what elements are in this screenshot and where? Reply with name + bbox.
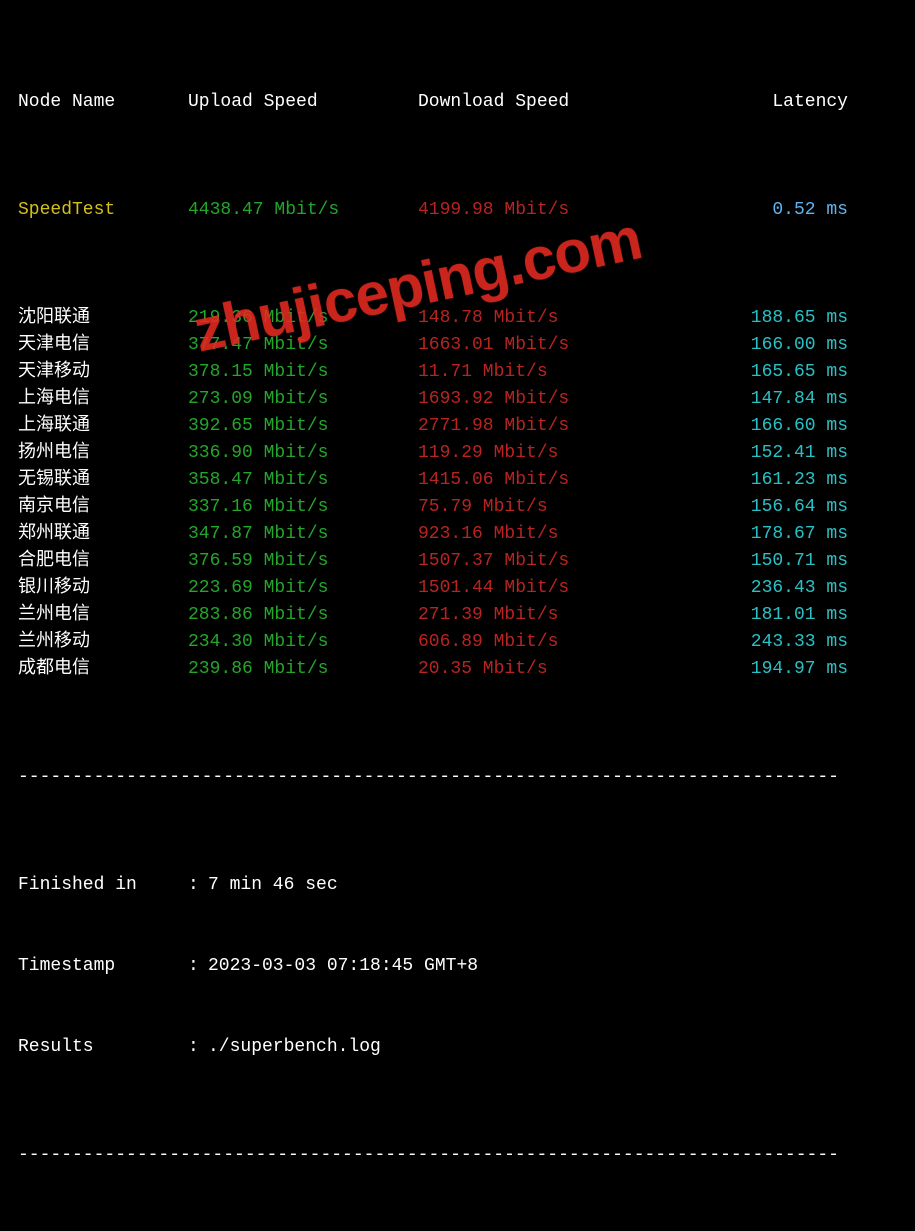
latency-value: 166.60 ms — [648, 413, 868, 440]
download-speed: 148.78 Mbit/s — [418, 305, 648, 332]
speedtest-latency: 0.52 ms — [648, 197, 868, 224]
results-table: 沈阳联通219.36 Mbit/s148.78 Mbit/s188.65 ms天… — [18, 305, 897, 683]
speedtest-download: 4199.98 Mbit/s — [418, 197, 648, 224]
download-speed: 1663.01 Mbit/s — [418, 332, 648, 359]
download-speed: 2771.98 Mbit/s — [418, 413, 648, 440]
download-speed: 606.89 Mbit/s — [418, 629, 648, 656]
table-row: 上海联通392.65 Mbit/s2771.98 Mbit/s166.60 ms — [18, 413, 897, 440]
table-row: 天津电信377.47 Mbit/s1663.01 Mbit/s166.00 ms — [18, 332, 897, 359]
latency-value: 178.67 ms — [648, 521, 868, 548]
table-row: 兰州电信283.86 Mbit/s271.39 Mbit/s181.01 ms — [18, 602, 897, 629]
header-latency: Latency — [648, 89, 868, 116]
table-row: 无锡联通358.47 Mbit/s1415.06 Mbit/s161.23 ms — [18, 467, 897, 494]
table-row: 南京电信337.16 Mbit/s75.79 Mbit/s156.64 ms — [18, 494, 897, 521]
footer-timestamp-value: 2023-03-03 07:18:45 GMT+8 — [208, 953, 897, 980]
header-upload: Upload Speed — [188, 89, 418, 116]
divider-line: ----------------------------------------… — [18, 1142, 897, 1169]
upload-speed: 377.47 Mbit/s — [188, 332, 418, 359]
latency-value: 243.33 ms — [648, 629, 868, 656]
footer-finished: Finished in : 7 min 46 sec — [18, 872, 897, 899]
footer-results-value: ./superbench.log — [208, 1034, 897, 1061]
node-name: 成都电信 — [18, 656, 188, 683]
download-speed: 119.29 Mbit/s — [418, 440, 648, 467]
node-name: 兰州移动 — [18, 629, 188, 656]
download-speed: 20.35 Mbit/s — [418, 656, 648, 683]
footer-separator: : — [188, 1034, 208, 1061]
latency-value: 147.84 ms — [648, 386, 868, 413]
speedtest-node: SpeedTest — [18, 197, 188, 224]
node-name: 兰州电信 — [18, 602, 188, 629]
footer-separator: : — [188, 872, 208, 899]
upload-speed: 347.87 Mbit/s — [188, 521, 418, 548]
upload-speed: 273.09 Mbit/s — [188, 386, 418, 413]
footer-results-label: Results — [18, 1034, 188, 1061]
upload-speed: 337.16 Mbit/s — [188, 494, 418, 521]
speedtest-row: SpeedTest 4438.47 Mbit/s 4199.98 Mbit/s … — [18, 197, 897, 224]
node-name: 无锡联通 — [18, 467, 188, 494]
node-name: 合肥电信 — [18, 548, 188, 575]
upload-speed: 283.86 Mbit/s — [188, 602, 418, 629]
footer-finished-value: 7 min 46 sec — [208, 872, 897, 899]
upload-speed: 239.86 Mbit/s — [188, 656, 418, 683]
node-name: 上海联通 — [18, 413, 188, 440]
footer-results: Results : ./superbench.log — [18, 1034, 897, 1061]
latency-value: 150.71 ms — [648, 548, 868, 575]
latency-value: 236.43 ms — [648, 575, 868, 602]
node-name: 郑州联通 — [18, 521, 188, 548]
table-row: 兰州移动234.30 Mbit/s606.89 Mbit/s243.33 ms — [18, 629, 897, 656]
node-name: 扬州电信 — [18, 440, 188, 467]
download-speed: 75.79 Mbit/s — [418, 494, 648, 521]
upload-speed: 392.65 Mbit/s — [188, 413, 418, 440]
latency-value: 156.64 ms — [648, 494, 868, 521]
table-row: 郑州联通347.87 Mbit/s923.16 Mbit/s178.67 ms — [18, 521, 897, 548]
latency-value: 161.23 ms — [648, 467, 868, 494]
terminal-output: Node Name Upload Speed Download Speed La… — [0, 0, 915, 1231]
upload-speed: 378.15 Mbit/s — [188, 359, 418, 386]
download-speed: 11.71 Mbit/s — [418, 359, 648, 386]
latency-value: 181.01 ms — [648, 602, 868, 629]
latency-value: 166.00 ms — [648, 332, 868, 359]
footer-timestamp-label: Timestamp — [18, 953, 188, 980]
table-row: 银川移动223.69 Mbit/s1501.44 Mbit/s236.43 ms — [18, 575, 897, 602]
node-name: 天津电信 — [18, 332, 188, 359]
node-name: 上海电信 — [18, 386, 188, 413]
node-name: 银川移动 — [18, 575, 188, 602]
node-name: 天津移动 — [18, 359, 188, 386]
latency-value: 188.65 ms — [648, 305, 868, 332]
download-speed: 271.39 Mbit/s — [418, 602, 648, 629]
header-download: Download Speed — [418, 89, 648, 116]
upload-speed: 223.69 Mbit/s — [188, 575, 418, 602]
speedtest-upload: 4438.47 Mbit/s — [188, 197, 418, 224]
footer-finished-label: Finished in — [18, 872, 188, 899]
table-row: 沈阳联通219.36 Mbit/s148.78 Mbit/s188.65 ms — [18, 305, 897, 332]
upload-speed: 376.59 Mbit/s — [188, 548, 418, 575]
upload-speed: 219.36 Mbit/s — [188, 305, 418, 332]
download-speed: 923.16 Mbit/s — [418, 521, 648, 548]
node-name: 沈阳联通 — [18, 305, 188, 332]
table-row: 合肥电信376.59 Mbit/s1507.37 Mbit/s150.71 ms — [18, 548, 897, 575]
upload-speed: 234.30 Mbit/s — [188, 629, 418, 656]
table-row: 天津移动378.15 Mbit/s11.71 Mbit/s165.65 ms — [18, 359, 897, 386]
download-speed: 1693.92 Mbit/s — [418, 386, 648, 413]
latency-value: 152.41 ms — [648, 440, 868, 467]
table-row: 成都电信239.86 Mbit/s20.35 Mbit/s194.97 ms — [18, 656, 897, 683]
footer-separator: : — [188, 953, 208, 980]
table-row: 扬州电信336.90 Mbit/s119.29 Mbit/s152.41 ms — [18, 440, 897, 467]
table-row: 上海电信273.09 Mbit/s1693.92 Mbit/s147.84 ms — [18, 386, 897, 413]
latency-value: 194.97 ms — [648, 656, 868, 683]
header-node: Node Name — [18, 89, 188, 116]
node-name: 南京电信 — [18, 494, 188, 521]
download-speed: 1501.44 Mbit/s — [418, 575, 648, 602]
download-speed: 1415.06 Mbit/s — [418, 467, 648, 494]
latency-value: 165.65 ms — [648, 359, 868, 386]
download-speed: 1507.37 Mbit/s — [418, 548, 648, 575]
footer-timestamp: Timestamp : 2023-03-03 07:18:45 GMT+8 — [18, 953, 897, 980]
divider-line: ----------------------------------------… — [18, 764, 897, 791]
header-row: Node Name Upload Speed Download Speed La… — [18, 89, 897, 116]
upload-speed: 358.47 Mbit/s — [188, 467, 418, 494]
upload-speed: 336.90 Mbit/s — [188, 440, 418, 467]
